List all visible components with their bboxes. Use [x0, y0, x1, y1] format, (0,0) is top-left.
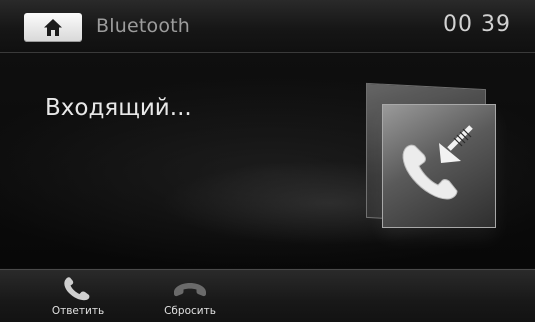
call-timer: 00 39	[443, 12, 511, 37]
bluetooth-call-screen: Bluetooth 00 39 Входящий... Ответить Сбр…	[0, 0, 535, 322]
home-icon	[44, 19, 62, 36]
phone-answer-icon	[64, 277, 90, 301]
incoming-call-graphic	[362, 82, 502, 236]
reject-label: Сбросить	[164, 305, 216, 317]
graphic-card-front	[382, 104, 496, 228]
incoming-call-icon	[402, 125, 473, 200]
home-button[interactable]	[24, 13, 82, 42]
screen-title: Bluetooth	[96, 15, 191, 37]
answer-button[interactable]: Ответить	[38, 276, 118, 320]
call-status-text: Входящий...	[45, 95, 192, 121]
answer-label: Ответить	[51, 305, 105, 317]
phone-hangup-icon	[174, 283, 206, 297]
reject-button[interactable]: Сбросить	[150, 276, 230, 320]
top-bar: Bluetooth 00 39	[0, 0, 535, 53]
call-status-area: Входящий...	[0, 53, 535, 268]
bottom-action-bar: Ответить Сбросить	[0, 269, 535, 322]
